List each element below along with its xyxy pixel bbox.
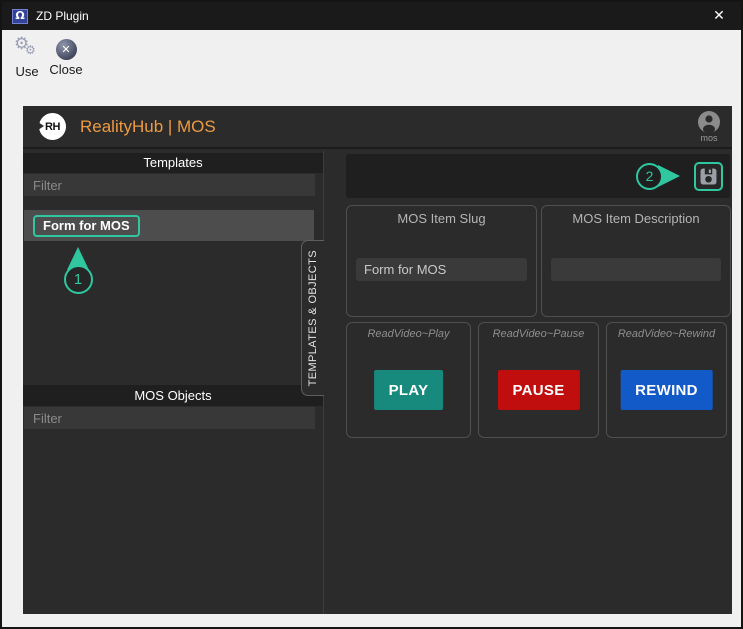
rewind-button[interactable]: REWIND (620, 370, 713, 410)
panel-body: Templates Form for MOS 1 MOS Objects TEM… (23, 151, 732, 614)
mos-item-description-input[interactable] (551, 258, 721, 281)
left-column: Templates Form for MOS 1 MOS Objects (23, 151, 323, 614)
close-button-label: Close (49, 62, 82, 77)
user-menu[interactable]: mos (698, 111, 720, 143)
panel-header: RH RealityHub | MOS mos (23, 106, 732, 149)
template-list-item[interactable]: Form for MOS (24, 210, 314, 241)
zd-plugin-window: Ω ZD Plugin ✕ ⚙ ⚙ Use ✕ Close RH Reality… (0, 0, 743, 629)
templates-section-header: Templates (23, 153, 323, 173)
realityhub-logo: RH (39, 113, 66, 140)
close-circle-icon: ✕ (56, 39, 77, 60)
arrow-up-icon (67, 247, 89, 270)
logo-notch (38, 122, 44, 130)
mos-item-description-label: MOS Item Description (542, 211, 730, 226)
mos-objects-section-header: MOS Objects (23, 385, 323, 406)
annotation-2-number: 2 (636, 163, 663, 190)
tab-label: TEMPLATES & OBJECTS (307, 250, 319, 386)
editor-toolbar-strip: 2 (346, 154, 730, 198)
omega-app-icon: Ω (12, 9, 28, 24)
use-button-label: Use (15, 64, 38, 79)
plugin-toolbar: ⚙ ⚙ Use ✕ Close (4, 30, 739, 92)
readvideo-pause-label: ReadVideo~Pause (479, 328, 598, 340)
arrow-right-icon (658, 165, 680, 187)
templates-filter-input[interactable] (24, 174, 315, 196)
realityhub-panel: RH RealityHub | MOS mos Templates (23, 106, 732, 614)
mos-item-slug-fieldset: MOS Item Slug (346, 205, 537, 317)
use-button[interactable]: ⚙ ⚙ Use (9, 37, 45, 79)
play-button[interactable]: PLAY (374, 370, 444, 410)
window-close-icon[interactable]: ✕ (707, 8, 731, 24)
readvideo-pause-fieldset: ReadVideo~Pause PAUSE (478, 322, 599, 438)
mos-item-slug-input[interactable] (356, 258, 527, 281)
titlebar: Ω ZD Plugin ✕ (2, 2, 741, 30)
gears-icon: ⚙ ⚙ (14, 37, 40, 62)
user-name: mos (700, 133, 717, 143)
mos-objects-filter-input[interactable] (24, 407, 315, 429)
pause-button[interactable]: PAUSE (497, 370, 579, 410)
template-item-label: Form for MOS (33, 215, 140, 237)
save-button[interactable] (694, 162, 723, 191)
mos-item-description-fieldset: MOS Item Description (541, 205, 731, 317)
right-column: TEMPLATES & OBJECTS 2 (323, 151, 732, 614)
save-floppy-icon (700, 168, 717, 185)
window-title: ZD Plugin (36, 9, 89, 23)
readvideo-play-fieldset: ReadVideo~Play PLAY (346, 322, 471, 438)
tab-templates-and-objects[interactable]: TEMPLATES & OBJECTS (301, 240, 324, 396)
brand-title: RealityHub | MOS (80, 117, 216, 137)
user-avatar-icon (698, 111, 720, 133)
annotation-1-number: 1 (64, 265, 93, 294)
readvideo-rewind-label: ReadVideo~Rewind (607, 328, 726, 340)
close-button[interactable]: ✕ Close (46, 37, 86, 77)
readvideo-rewind-fieldset: ReadVideo~Rewind REWIND (606, 322, 727, 438)
mos-item-slug-label: MOS Item Slug (347, 211, 536, 226)
readvideo-play-label: ReadVideo~Play (347, 328, 470, 340)
annotation-step-2: 2 (636, 163, 680, 190)
annotation-step-1: 1 (46, 247, 110, 294)
